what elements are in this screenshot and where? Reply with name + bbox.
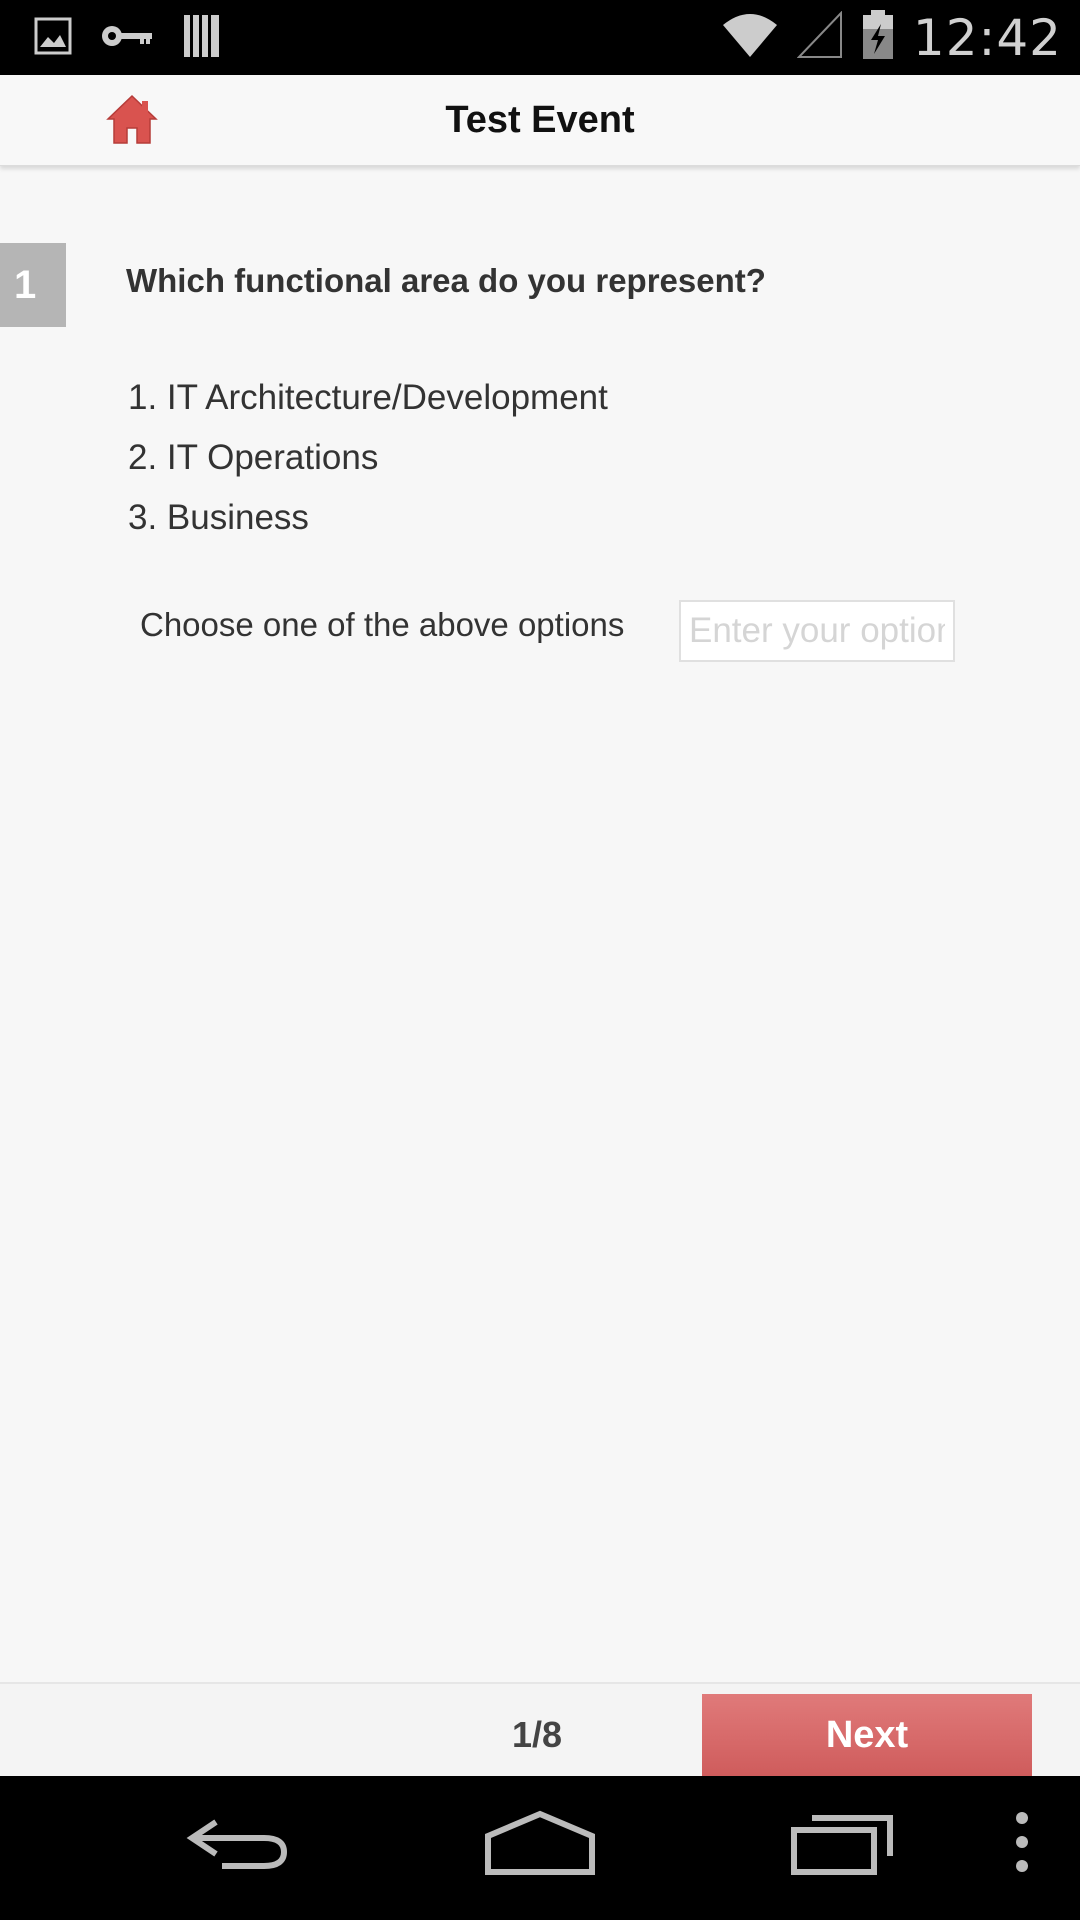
overflow-menu-button[interactable] xyxy=(1010,1808,1034,1883)
wifi-icon xyxy=(721,11,779,64)
list-item: 3. Business xyxy=(128,498,309,537)
recents-button[interactable] xyxy=(790,1808,896,1883)
back-icon xyxy=(186,1819,288,1869)
status-time: 12:42 xyxy=(912,8,1062,67)
list-item: 2. IT Operations xyxy=(128,438,379,477)
home-nav-icon xyxy=(485,1810,595,1875)
list-item: 1. IT Architecture/Development xyxy=(128,378,608,417)
choose-option-label: Choose one of the above options xyxy=(140,606,625,643)
home-nav-button[interactable] xyxy=(484,1808,596,1883)
key-icon xyxy=(100,20,154,57)
bottom-bar: 1/8 Next xyxy=(0,1682,1080,1776)
status-bar: 12:42 xyxy=(0,0,1080,75)
options-list: 1. IT Architecture/Development 2. IT Ope… xyxy=(128,372,608,552)
image-icon xyxy=(34,17,72,60)
page-title: Test Event xyxy=(445,99,635,141)
status-right-icons: 12:42 xyxy=(721,0,1062,75)
question-number-badge: 1 xyxy=(0,243,66,327)
signal-icon xyxy=(796,10,843,64)
recents-icon xyxy=(791,1815,893,1875)
system-nav-bar xyxy=(0,1776,1080,1920)
overflow-menu-icon xyxy=(1016,1812,1028,1872)
next-button[interactable]: Next xyxy=(702,1694,1032,1776)
status-left-icons xyxy=(34,14,222,62)
app-header: Test Event xyxy=(0,75,1080,166)
storage-icon xyxy=(182,13,222,64)
page-indicator: 1/8 xyxy=(511,1714,563,1755)
option-input[interactable] xyxy=(679,600,955,662)
battery-charging-icon xyxy=(861,10,895,65)
back-button[interactable] xyxy=(186,1808,290,1883)
question-text: Which functional area do you represent? xyxy=(126,262,766,299)
